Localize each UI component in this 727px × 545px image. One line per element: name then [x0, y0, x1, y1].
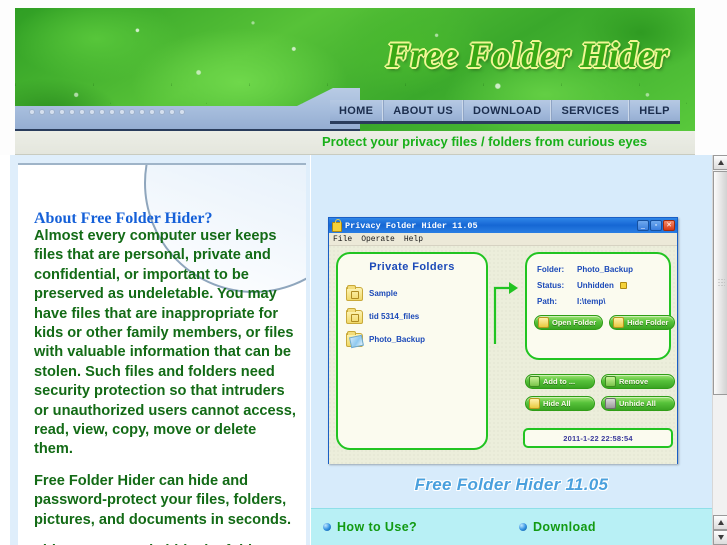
key-icon [605, 398, 616, 409]
hide-folder-button[interactable]: Hide Folder [609, 315, 676, 330]
menu-item-file[interactable]: File [333, 235, 352, 244]
scroll-down-button[interactable] [713, 530, 727, 545]
nav-item-home[interactable]: HOME [330, 100, 384, 121]
private-folders-pane: Private Folders Sample tid 5314_files Ph… [336, 252, 488, 450]
folder-info-pane: Folder: Photo_Backup Status: Unhidden Pa… [525, 252, 676, 360]
link-label: Download [533, 520, 596, 534]
remove-icon [605, 376, 616, 387]
window-controls[interactable]: _ ▫ ✕ [637, 220, 677, 231]
list-item[interactable]: tid 5314_files [346, 305, 486, 328]
button-label: Add to ... [543, 377, 576, 386]
locked-folder-icon [346, 307, 363, 324]
nav-item-download[interactable]: DOWNLOAD [463, 100, 552, 121]
page-root: Free Folder Hider HOME ABOUT US DOWNLOAD… [0, 0, 727, 545]
scroll-up-button[interactable] [713, 155, 727, 170]
unhide-all-button[interactable]: Unhide All [601, 396, 675, 411]
button-label: Unhide All [619, 399, 656, 408]
right-column: Privacy Folder Hider 11.05 _ ▫ ✕ File Op… [311, 155, 712, 545]
app-caption: Free Folder Hider 11.05 [414, 475, 609, 494]
app-body: Private Folders Sample tid 5314_files Ph… [329, 246, 677, 464]
how-to-use-link[interactable]: How to Use? [323, 520, 417, 534]
scroll-down-buttons[interactable] [713, 515, 727, 545]
download-link[interactable]: Download [519, 520, 596, 534]
left-column: About Free Folder Hider? Almost every co… [10, 155, 310, 545]
lock-icon [619, 282, 627, 289]
folder-name: tid 5314_files [369, 312, 420, 321]
info-value: I:\temp\ [577, 297, 606, 306]
chevron-down-icon [717, 535, 724, 540]
add-to-button[interactable]: Add to ... [525, 374, 595, 389]
vertical-scrollbar[interactable] [712, 155, 727, 545]
nav-item-help[interactable]: HELP [629, 100, 679, 121]
page-content: About Free Folder Hider? Almost every co… [0, 155, 712, 545]
info-row-status: Status: Unhidden [537, 279, 669, 292]
minimize-icon[interactable]: _ [637, 220, 649, 231]
app-title-bar: Privacy Folder Hider 11.05 _ ▫ ✕ [329, 218, 677, 233]
about-paragraph-2: Free Folder Hider can hide and password-… [34, 472, 292, 528]
locked-folder-icon [346, 284, 363, 301]
scrollbar-thumb[interactable] [713, 171, 727, 395]
about-body: Almost every computer user keeps files t… [34, 227, 296, 545]
button-label: Hide All [543, 399, 571, 408]
list-item[interactable]: Sample [346, 282, 486, 305]
list-item[interactable]: Photo_Backup [346, 328, 486, 351]
info-label: Status: [537, 281, 565, 290]
info-row-folder: Folder: Photo_Backup [537, 263, 669, 276]
chevron-up-icon [717, 160, 724, 165]
chevron-up-icon [717, 520, 724, 525]
button-label: Open Folder [552, 318, 597, 327]
private-folders-title: Private Folders [369, 261, 455, 273]
info-label: Path: [537, 297, 557, 306]
app-screenshot-window: Privacy Folder Hider 11.05 _ ▫ ✕ File Op… [328, 217, 678, 464]
picture-folder-icon [346, 330, 363, 347]
maximize-icon[interactable]: ▫ [650, 220, 662, 231]
action-buttons-grid[interactable]: Add to ... Remove Hide All Unhide All [525, 374, 675, 411]
ribbon-dots-decoration [29, 109, 185, 115]
menu-item-help[interactable]: Help [404, 235, 423, 244]
timestamp-display: 2011-1-22 22:58:54 [523, 428, 673, 448]
lock-icon [613, 317, 625, 328]
about-card: About Free Folder Hider? Almost every co… [18, 163, 306, 545]
link-label: How to Use? [337, 520, 418, 534]
private-folders-list[interactable]: Sample tid 5314_files Photo_Backup [338, 282, 486, 351]
button-label: Remove [619, 377, 649, 386]
main-navigation[interactable]: HOME ABOUT US DOWNLOAD SERVICES HELP [330, 100, 680, 124]
folder-name: Photo_Backup [369, 335, 426, 344]
open-folder-button[interactable]: Open Folder [534, 315, 604, 330]
info-label: Folder: [537, 265, 565, 274]
add-icon [529, 376, 540, 387]
info-value: Photo_Backup [577, 265, 634, 274]
remove-button[interactable]: Remove [601, 374, 675, 389]
lock-icon [529, 398, 540, 409]
hide-all-button[interactable]: Hide All [525, 396, 595, 411]
bullet-icon [519, 523, 527, 531]
about-heading: About Free Folder Hider? [34, 210, 213, 228]
info-value: Unhidden [577, 281, 614, 290]
footer-links-strip: How to Use? Download [311, 508, 712, 545]
folder-name: Sample [369, 289, 398, 298]
nav-item-about-us[interactable]: ABOUT US [383, 100, 464, 121]
open-folder-icon [538, 317, 549, 328]
button-label: Hide Folder [627, 318, 669, 327]
about-paragraph-1: Almost every computer user keeps files t… [34, 228, 296, 458]
scrollbar-grip-icon [718, 278, 725, 288]
site-logo: Free Folder Hider [386, 35, 669, 75]
menu-item-operate[interactable]: Operate [361, 235, 395, 244]
app-title-text: Privacy Folder Hider 11.05 [345, 220, 478, 231]
app-menu-bar[interactable]: File Operate Help [329, 233, 677, 246]
info-row-path: Path: I:\temp\ [537, 295, 669, 308]
close-icon[interactable]: ✕ [663, 220, 675, 231]
info-pane-buttons[interactable]: Open Folder Hide Folder [534, 315, 676, 330]
bullet-icon [323, 523, 331, 531]
nav-item-services[interactable]: SERVICES [551, 100, 630, 121]
flow-arrow-icon [493, 282, 518, 344]
site-tagline: Protect your privacy files / folders fro… [322, 134, 648, 149]
lock-icon [332, 218, 342, 232]
scroll-up-button-bottom[interactable] [713, 515, 727, 530]
